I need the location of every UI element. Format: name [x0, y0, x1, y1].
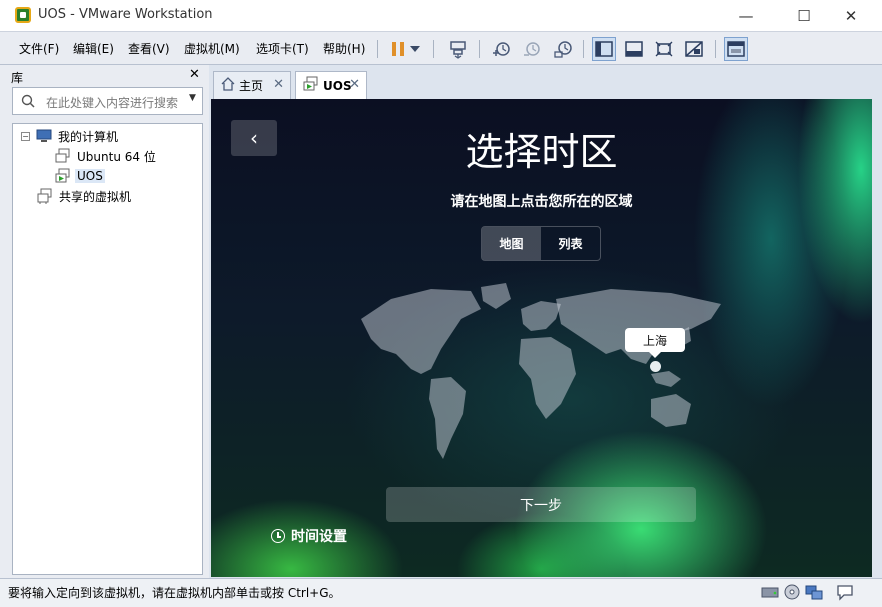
tree-item-label: Ubuntu 64 位: [77, 149, 156, 164]
tree-item-my-computer[interactable]: − 我的计算机: [21, 127, 120, 145]
tab-home[interactable]: 主页 ✕: [213, 71, 291, 99]
dropdown-icon[interactable]: [408, 37, 422, 61]
view-library-icon[interactable]: [592, 37, 616, 61]
collapse-icon[interactable]: −: [21, 131, 30, 141]
toolbar-separator: [479, 40, 480, 58]
tab-label: UOS: [323, 78, 352, 93]
menu-help[interactable]: 帮助(H): [323, 40, 365, 57]
tab-uos[interactable]: UOS ✕: [295, 71, 367, 99]
library-close-button[interactable]: ✕: [189, 67, 200, 82]
search-placeholder: 在此处键入内容进行搜索: [46, 96, 179, 110]
library-title: 库: [11, 71, 24, 85]
snapshot-manager-icon[interactable]: [551, 37, 575, 61]
menu-edit[interactable]: 编辑(E): [73, 40, 114, 57]
computer-icon: [36, 128, 52, 144]
vm-icon: [55, 148, 71, 164]
time-settings-link[interactable]: 时间设置: [271, 526, 347, 546]
clock-icon: [271, 529, 285, 543]
tree-item-label: 我的计算机: [58, 129, 119, 144]
fullscreen-icon[interactable]: [652, 37, 676, 61]
search-icon: [21, 94, 35, 111]
status-message: 要将输入定向到该虚拟机，请在虚拟机内部单击或按 Ctrl+G。: [8, 586, 341, 600]
vmware-app-icon: [15, 7, 31, 23]
tree-item-uos[interactable]: UOS: [55, 167, 105, 185]
menu-view[interactable]: 查看(V): [128, 40, 170, 57]
pause-icon[interactable]: [386, 37, 410, 61]
snapshot-take-icon[interactable]: [489, 37, 513, 61]
library-panel: 库 ✕ 在此处键入内容进行搜索 ▼ − 我的计算机 Ubuntu 64 位 UO…: [0, 65, 209, 578]
tab-label: 主页: [239, 79, 264, 93]
toolbar-separator: [583, 40, 584, 58]
running-vm-icon: [55, 168, 71, 184]
page-title: 选择时区: [465, 130, 618, 174]
network-icon[interactable]: [805, 583, 823, 601]
message-icon[interactable]: [836, 583, 854, 601]
toolbar-separator: [377, 40, 378, 58]
shared-vm-icon: [37, 188, 53, 204]
toolbar-separator: [715, 40, 716, 58]
snapshot-revert-icon[interactable]: [520, 37, 544, 61]
menu-vm[interactable]: 虚拟机(M): [184, 40, 240, 57]
console-view-icon[interactable]: [724, 37, 748, 61]
close-tab-icon[interactable]: ✕: [349, 77, 360, 92]
send-ctrl-alt-del-icon[interactable]: [446, 37, 470, 61]
tree-item-label: UOS: [75, 169, 105, 183]
cd-rom-icon[interactable]: [783, 583, 801, 601]
library-search-input[interactable]: 在此处键入内容进行搜索 ▼: [12, 87, 203, 115]
menu-tabs[interactable]: 选项卡(T): [256, 40, 309, 57]
location-pin-label: 上海: [625, 328, 685, 358]
toolbar-separator: [433, 40, 434, 58]
chevron-down-icon[interactable]: ▼: [189, 93, 196, 103]
hard-disk-icon[interactable]: [761, 583, 779, 601]
maximize-button[interactable]: ☐: [781, 0, 827, 31]
close-tab-icon[interactable]: ✕: [273, 77, 284, 92]
minimize-button[interactable]: —: [723, 0, 769, 31]
window-title: UOS - VMware Workstation: [38, 7, 213, 22]
status-bar: 要将输入定向到该虚拟机，请在虚拟机内部单击或按 Ctrl+G。: [0, 578, 882, 607]
tree-item-label: 共享的虚拟机: [59, 189, 132, 204]
list-view-button[interactable]: 列表: [541, 227, 600, 260]
title-bar: UOS - VMware Workstation — ☐ ✕: [0, 0, 882, 31]
vm-console[interactable]: ‹ 选择时区 请在地图上点击您所在的区域 地图 列表 上海 下一步 时间设置: [211, 99, 872, 577]
tree-item-shared-vms[interactable]: 共享的虚拟机: [37, 187, 133, 205]
view-toggle: 地图 列表: [481, 226, 601, 261]
time-settings-label: 时间设置: [291, 529, 347, 545]
location-pin-icon[interactable]: [650, 361, 661, 372]
world-map[interactable]: [351, 279, 731, 469]
close-button[interactable]: ✕: [828, 0, 874, 31]
view-thumbnail-icon[interactable]: [622, 37, 646, 61]
unity-icon[interactable]: [682, 37, 706, 61]
next-button[interactable]: 下一步: [386, 487, 696, 522]
tree-item-ubuntu[interactable]: Ubuntu 64 位: [55, 147, 158, 165]
library-tree: − 我的计算机 Ubuntu 64 位 UOS 共享的虚拟机: [12, 123, 203, 575]
menu-toolbar: 文件(F) 编辑(E) 查看(V) 虚拟机(M) 选项卡(T) 帮助(H): [0, 31, 882, 65]
home-icon: [221, 77, 235, 94]
menu-file[interactable]: 文件(F): [19, 40, 59, 57]
page-subtitle: 请在地图上点击您所在的区域: [450, 194, 633, 210]
map-view-button[interactable]: 地图: [482, 227, 541, 260]
running-vm-icon: [303, 76, 319, 95]
